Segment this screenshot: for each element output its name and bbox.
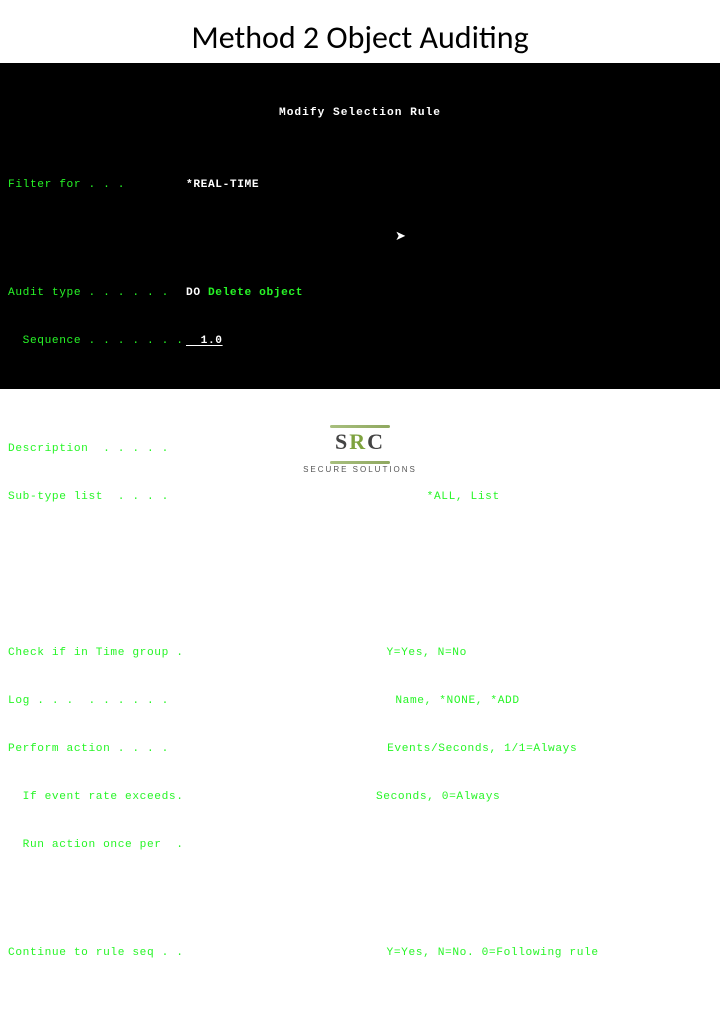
logo-tagline: Secure Solutions	[290, 465, 430, 474]
continue-flag[interactable]: N	[186, 945, 193, 961]
run-once-label: Run action once per .	[8, 837, 186, 853]
sequence-value[interactable]: 1.0	[186, 333, 223, 349]
timegroup-label: Check if in Time group .	[8, 645, 186, 661]
filter-value[interactable]: *REAL-TIME	[186, 177, 259, 193]
subtype-value[interactable]: *ALL	[186, 489, 412, 505]
audit-type-value[interactable]: DO	[186, 285, 201, 301]
perform-name[interactable]: *NONE	[208, 741, 281, 757]
perform-label: Perform action . . . .	[8, 741, 186, 757]
filter-label: Filter for . . .	[8, 177, 186, 193]
terminal-title: Modify Selection Rule	[8, 105, 712, 121]
event-rate-hint: Seconds, 0=Always	[376, 789, 500, 805]
event-rate-sep: /	[231, 789, 238, 805]
log-hint: Name, *NONE, *ADD	[395, 693, 519, 709]
audit-type-desc: Delete object	[208, 285, 303, 301]
perform-hint: Events/Seconds, 1/1=Always	[387, 741, 577, 757]
log-value[interactable]: Y	[186, 693, 193, 709]
event-rate-v2[interactable]: 1	[246, 789, 284, 805]
continue-hint: Y=Yes, N=No. 0=Following rule	[387, 945, 599, 961]
src-logo: SRC Secure Solutions	[290, 421, 430, 481]
timegroup-hint: Y=Yes, N=No	[386, 645, 466, 661]
subtype-hint: *ALL, List	[427, 489, 500, 505]
event-rate-label: If event rate exceeds.	[8, 789, 186, 805]
sequence-label: Sequence . . . . . . .	[8, 333, 186, 349]
continue-seq[interactable]: .0	[208, 945, 245, 961]
timegroup-name[interactable]: ________	[208, 645, 267, 661]
terminal-screen: Modify Selection Rule Filter for . . . *…	[0, 63, 720, 389]
subtype-label: Sub-type list . . . .	[8, 489, 186, 505]
perform-flag[interactable]: N	[186, 741, 193, 757]
audit-type-label: Audit type . . . . . .	[8, 285, 186, 301]
timegroup-flag[interactable]: _	[186, 645, 193, 661]
run-once-value[interactable]: 0	[186, 837, 224, 853]
log-label: Log . . . . . . . . .	[8, 693, 186, 709]
slide-title: Method 2 Object Auditing	[0, 18, 720, 57]
event-rate-v1[interactable]: 1	[186, 789, 224, 805]
subtype-list-flag[interactable]: N	[186, 537, 193, 553]
continue-label: Continue to rule seq . .	[8, 945, 186, 961]
description-label: Description . . . . .	[8, 441, 186, 457]
subtype-list-label: Name	[208, 537, 237, 553]
